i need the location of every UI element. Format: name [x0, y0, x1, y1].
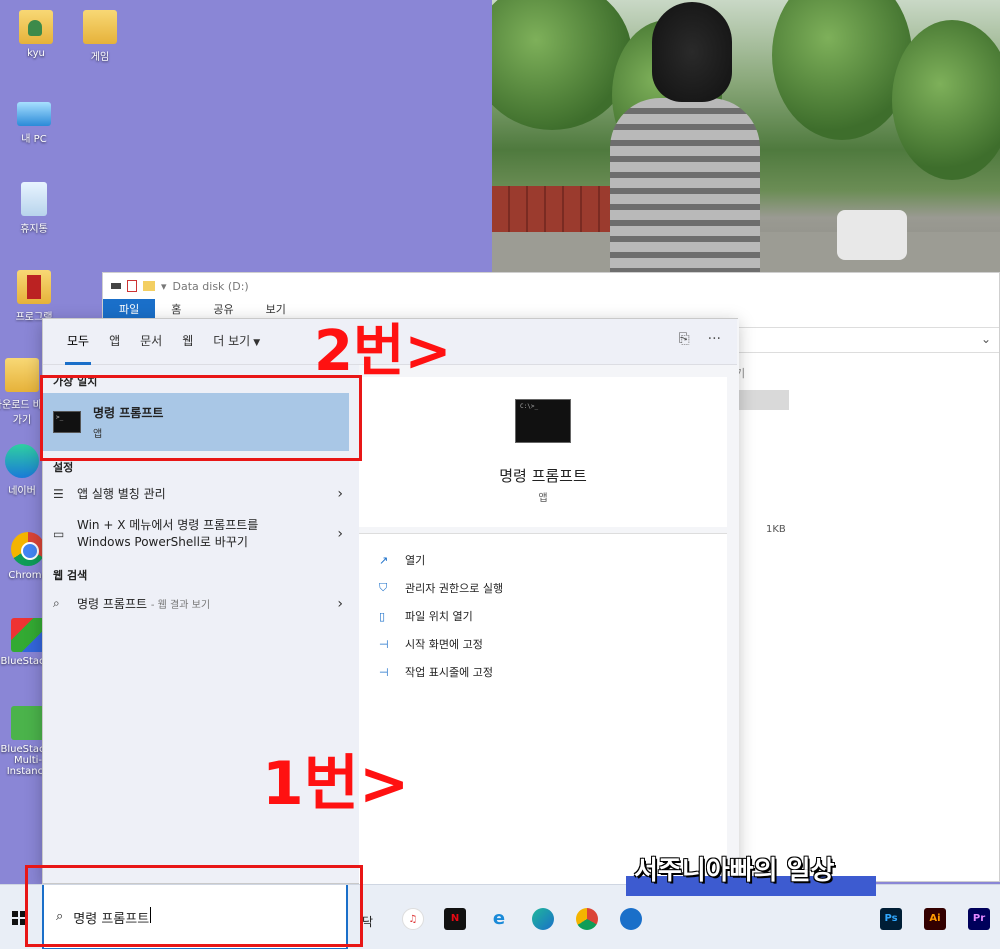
desktop-icon-label: kyu — [27, 48, 45, 59]
desktop-icon-label: 휴지통 — [20, 224, 48, 235]
tab-web[interactable]: 웹 — [172, 319, 203, 365]
chevron-right-icon[interactable]: › — [337, 526, 343, 542]
desktop-icon-my-pc[interactable]: 내 PC — [2, 96, 66, 145]
action-pin-to-taskbar[interactable]: ⊣ 작업 표시줄에 고정 — [379, 664, 493, 680]
web-item-label: 명령 프롬프트 — [77, 597, 148, 611]
settings-item-label: 앱 실행 별칭 관리 — [77, 487, 166, 501]
desktop-icon-label: 내 PC — [21, 134, 47, 145]
action-label: 관리자 권한으로 실행 — [405, 582, 504, 595]
ribbon-tab-file[interactable]: 파일 — [103, 299, 156, 319]
action-label: 파일 위치 열기 — [405, 610, 473, 623]
internet-explorer-icon[interactable]: e — [488, 908, 510, 930]
settings-item-line2: Windows PowerShell로 바꾸기 — [77, 535, 248, 549]
ribbon-tab-home[interactable]: 홈 — [155, 299, 197, 319]
bluestacks-icon — [11, 618, 45, 652]
action-label: 시작 화면에 고정 — [405, 638, 483, 651]
open-icon: ↗ — [379, 553, 389, 567]
settings-header: 설정 — [53, 461, 74, 474]
chrome-icon[interactable] — [576, 908, 598, 930]
detail-header: 명령 프롬프트 앱 — [359, 377, 727, 527]
shield-icon: ⛉ — [379, 581, 388, 594]
ribbon-tab-share[interactable]: 공유 — [197, 299, 249, 319]
explorer-address-bar[interactable]: ⌄ — [703, 327, 999, 353]
desktop-icon-programs[interactable]: 프로그램 — [2, 270, 66, 323]
download-shortcut-icon — [5, 358, 39, 392]
watermark-text: 서주니아빠의 일상 — [634, 856, 835, 886]
web-search-header: 웹 검색 — [53, 569, 88, 582]
ribbon-tab-view[interactable]: 보기 — [250, 299, 302, 319]
detail-title: 명령 프롬프트 — [499, 467, 587, 485]
tab-more-label: 더 보기 — [213, 333, 251, 348]
app-icon[interactable] — [620, 908, 642, 930]
chrome-icon — [11, 532, 45, 566]
netflix-icon[interactable]: N — [444, 908, 466, 930]
desktop-icon-kyu[interactable]: kyu — [4, 10, 68, 59]
list-settings-icon: ☰ — [53, 486, 64, 501]
chevron-down-icon: ▼ — [253, 337, 261, 348]
settings-item-line1: Win + X 메뉴에서 명령 프롬프트를 — [77, 518, 259, 532]
explorer-titlebar: ▾ Data disk (D:) — [103, 273, 999, 299]
itunes-icon[interactable]: ♫ — [402, 908, 424, 930]
desktop-icon-game[interactable]: 게임 — [68, 10, 132, 63]
desktop-icon-label: 게임 — [90, 52, 110, 63]
background-photo — [492, 0, 1000, 272]
programs-folder-icon — [17, 270, 51, 304]
user-folder-icon — [19, 10, 53, 44]
watermark: 서주니아빠의 일상 — [626, 850, 876, 896]
web-item-sub: - 웹 결과 보기 — [150, 600, 211, 611]
taskbar-text: 닥 — [362, 915, 374, 929]
explorer-ribbon: 파일 홈 공유 보기 — [103, 299, 999, 319]
detail-subtitle: 앱 — [538, 493, 548, 504]
explorer-path: Data disk (D:) — [172, 279, 249, 293]
action-pin-to-start[interactable]: ⊣ 시작 화면에 고정 — [379, 636, 483, 652]
settings-square-icon: ▭ — [53, 527, 65, 541]
dropdown-icon[interactable]: ▾ — [161, 280, 167, 293]
drive-icon — [111, 283, 121, 289]
pin-icon: ⊣ — [379, 665, 389, 679]
settings-item-app-alias[interactable]: ☰ 앱 실행 별칭 관리 › — [53, 485, 343, 502]
file-size: 1KB — [766, 524, 786, 535]
action-open-file-location[interactable]: ▯ 파일 위치 열기 — [379, 608, 473, 624]
tab-more[interactable]: 더 보기 ▼ — [203, 319, 270, 365]
recycle-bin-icon — [21, 182, 47, 216]
action-open[interactable]: ↗ 열기 — [379, 552, 425, 568]
photoshop-icon[interactable]: Ps — [880, 908, 902, 930]
step1-annotation: 1번> — [262, 749, 410, 819]
detail-actions: ↗ 열기 ⛉ 관리자 권한으로 실행 ▯ 파일 위치 열기 ⊣ 시작 화면에 고정 ⊣ 작… — [359, 534, 727, 884]
step2-annotation: 2번> — [314, 319, 452, 384]
person-photo — [610, 2, 760, 272]
tab-apps[interactable]: 앱 — [99, 319, 130, 365]
desktop-icon-recycle-bin[interactable]: 휴지통 — [2, 182, 66, 235]
edge-icon[interactable] — [532, 908, 554, 930]
tab-documents[interactable]: 문서 — [130, 319, 172, 365]
game-folder-icon — [83, 10, 117, 44]
file-icon: ▯ — [379, 609, 386, 623]
chevron-right-icon[interactable]: › — [337, 596, 343, 612]
selected-row[interactable] — [731, 390, 789, 410]
pin-icon: ⊣ — [379, 637, 389, 651]
chevron-right-icon[interactable]: › — [337, 486, 343, 502]
tab-all[interactable]: 모두 — [57, 319, 99, 365]
computer-icon — [17, 102, 51, 126]
naver-icon — [5, 444, 39, 478]
illustrator-icon[interactable]: Ai — [924, 908, 946, 930]
feedback-icon[interactable]: ⎘ — [678, 331, 689, 347]
premiere-icon[interactable]: Pr — [968, 908, 990, 930]
command-prompt-large-icon — [515, 399, 571, 443]
action-run-as-admin[interactable]: ⛉ 관리자 권한으로 실행 — [379, 580, 503, 596]
more-options-icon[interactable]: ··· — [708, 331, 721, 347]
search-icon: ⌕ — [53, 596, 60, 610]
action-label: 열기 — [405, 554, 426, 567]
folder-icon — [143, 281, 155, 291]
highlight-best-match — [40, 375, 362, 461]
action-label: 작업 표시줄에 고정 — [405, 666, 493, 679]
highlight-search-box — [25, 865, 363, 947]
chevron-down-icon[interactable]: ⌄ — [981, 332, 991, 346]
properties-icon[interactable] — [127, 280, 137, 292]
settings-item-powershell[interactable]: ▭ Win + X 메뉴에서 명령 프롬프트를 Windows PowerShe… — [53, 517, 343, 551]
web-search-item[interactable]: ⌕ 명령 프롬프트 - 웹 결과 보기 › — [53, 595, 343, 612]
windows-start-icon[interactable] — [12, 911, 26, 925]
bluestacks-multi-icon — [11, 706, 45, 740]
